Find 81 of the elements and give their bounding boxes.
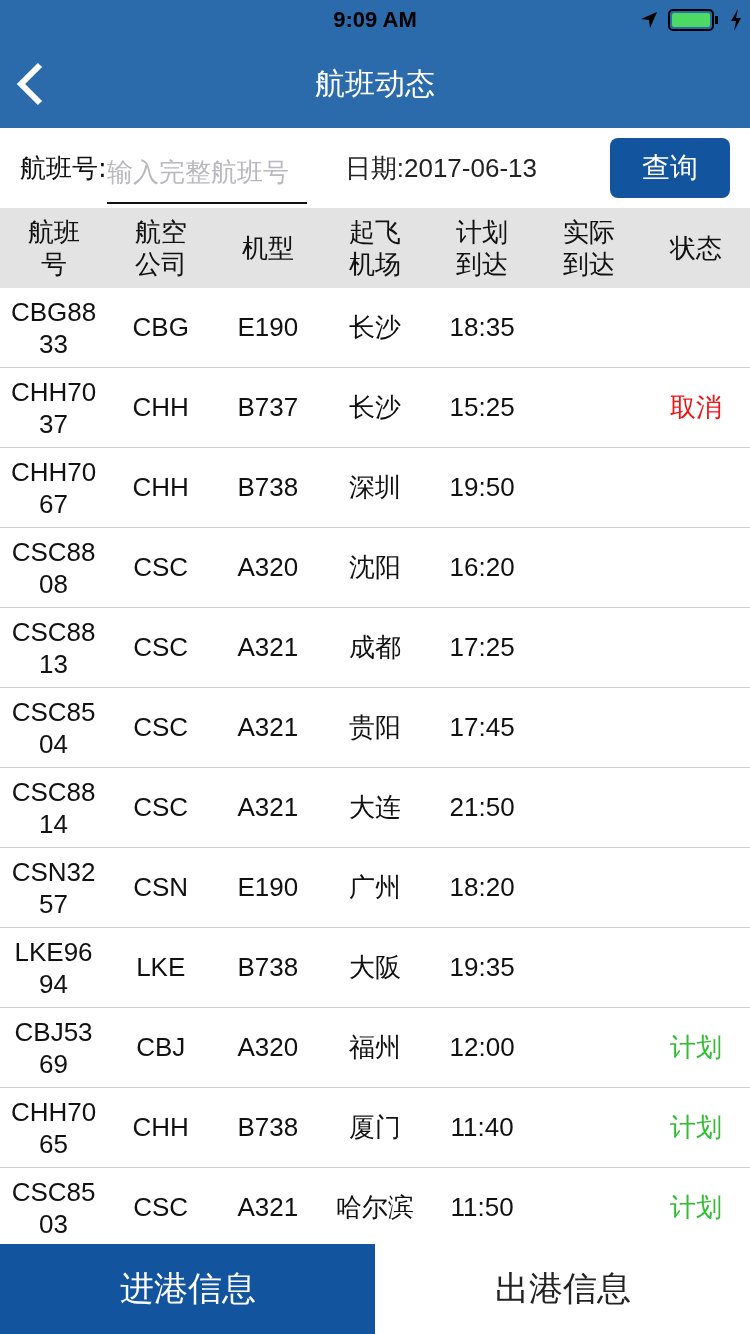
table-cell: 17:45 [449, 712, 515, 743]
table-cell-text: CSC8813 [10, 615, 97, 680]
query-button[interactable]: 查询 [610, 138, 730, 198]
column-header: 状态 [668, 232, 724, 264]
table-cell-text: 深圳 [349, 471, 401, 504]
table-cell: A320 [237, 552, 299, 583]
table-cell-text: 大连 [349, 791, 401, 824]
table-cell: CHH7067 [9, 455, 98, 520]
table-cell: E190 [237, 312, 299, 343]
table-cell: CHH [132, 1112, 189, 1143]
table-cell: CSC [133, 1192, 189, 1223]
table-cell: CBG [132, 312, 189, 343]
table-cell: CHH [132, 472, 189, 503]
charging-icon [730, 9, 742, 31]
table-cell: 19:35 [449, 952, 515, 983]
table-cell-text: CSC8503 [10, 1175, 97, 1240]
table-cell: 18:20 [449, 872, 515, 903]
table-cell: 17:25 [449, 632, 515, 663]
table-cell: CHH7037 [9, 375, 98, 440]
column-header: 航班号 [26, 216, 81, 280]
battery-icon [668, 9, 720, 31]
table-cell-text: CSC8814 [10, 775, 97, 840]
table-cell: 21:50 [449, 792, 515, 823]
table-cell: B738 [237, 952, 299, 983]
table-cell: A321 [237, 792, 299, 823]
table-cell: B738 [237, 1112, 299, 1143]
table-cell: CBJ [136, 1032, 186, 1063]
table-cell: E190 [237, 872, 299, 903]
table-cell: CSC [133, 632, 189, 663]
page-title: 航班动态 [315, 64, 435, 103]
table-cell: 11:50 [450, 1192, 514, 1223]
location-arrow-icon [640, 11, 658, 29]
table-cell: CBG8833 [9, 295, 98, 360]
column-header: 计划到达 [455, 216, 510, 280]
table-cell-text: 成都 [349, 631, 401, 664]
table-cell-text: 长沙 [349, 391, 401, 424]
table-cell: A321 [237, 712, 299, 743]
table-cell: B738 [237, 472, 299, 503]
table-cell-text: 大阪 [349, 951, 401, 984]
table-cell: A320 [237, 1032, 299, 1063]
table-cell: 19:50 [449, 472, 515, 503]
table-cell-text: CSN3257 [10, 855, 97, 920]
column-header: 起飞机场 [348, 216, 402, 280]
table-cell: 11:40 [450, 1112, 514, 1143]
column-header: 机型 [240, 232, 295, 264]
table-cell: 12:00 [449, 1032, 515, 1063]
table-cell-text: 贵阳 [349, 711, 401, 744]
table-cell-text: 哈尔滨 [336, 1191, 414, 1224]
table-cell: A321 [237, 632, 299, 663]
table-cell: B737 [237, 392, 299, 423]
table-cell: A321 [237, 1192, 299, 1223]
table-cell: CHH [132, 392, 189, 423]
flight-number-label: 航班号: [20, 151, 107, 185]
table-cell: CSN [133, 872, 189, 903]
table-cell-text: CBJ5369 [13, 1015, 94, 1080]
table-cell: CSC [133, 712, 189, 743]
column-header: 航空公司 [133, 216, 188, 280]
status-text: 取消 [670, 391, 723, 424]
table-cell: CSC [133, 792, 189, 823]
table-cell-text: 广州 [349, 871, 401, 904]
status-text: 计划 [670, 1031, 723, 1064]
date-label: 日期:2017-06-13 [344, 151, 537, 185]
table-cell-text: 厦门 [349, 1111, 401, 1144]
table-cell-text: CSC8808 [10, 535, 97, 600]
back-icon[interactable] [16, 62, 44, 106]
tab[interactable]: 进港信息 [0, 1244, 375, 1334]
table-cell: CHH7065 [9, 1095, 98, 1160]
table-cell-text: LKE9694 [13, 935, 94, 1000]
table-cell: LKE [136, 952, 186, 983]
status-text: 计划 [670, 1111, 723, 1144]
table-cell: CSC [133, 552, 189, 583]
status-text: 计划 [670, 1191, 723, 1224]
status-time: 9:09 AM [333, 7, 417, 33]
table-cell: 16:20 [449, 552, 515, 583]
table-cell-text: CSC8504 [10, 695, 97, 760]
column-header: 实际到达 [562, 216, 617, 280]
table-cell: 18:35 [449, 312, 515, 343]
table-cell-text: 沈阳 [349, 551, 401, 584]
table-cell-text: 福州 [349, 1031, 401, 1064]
table-cell-text: 长沙 [349, 311, 401, 344]
table-cell: 15:25 [449, 392, 515, 423]
